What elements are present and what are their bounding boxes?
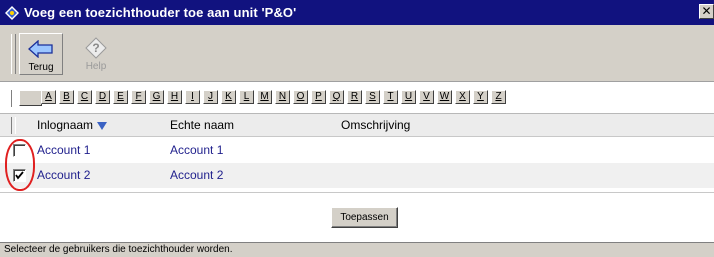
letter-filter-e[interactable]: E — [113, 90, 128, 104]
letter-filter-w[interactable]: W — [437, 90, 452, 104]
sort-down-icon — [97, 119, 108, 133]
letter-filter-i[interactable]: I — [185, 90, 200, 104]
letter-filter-n[interactable]: N — [275, 90, 290, 104]
letter-filter-d[interactable]: D — [95, 90, 110, 104]
letter-filter-t[interactable]: T — [383, 90, 398, 104]
column-header-description[interactable]: Omschrijving — [341, 118, 410, 132]
letter-filter-x[interactable]: X — [455, 90, 470, 104]
close-button[interactable]: ✕ — [699, 4, 714, 19]
table-row[interactable]: Account 1 Account 1 — [0, 138, 714, 163]
toolbar-grip — [11, 34, 16, 74]
letter-filter-u[interactable]: U — [401, 90, 416, 104]
row-real-name: Account 1 — [170, 143, 224, 157]
help-button-label: Help — [85, 61, 107, 72]
letter-filter-p[interactable]: P — [311, 90, 326, 104]
toolbar: Terug ? Help — [0, 25, 714, 82]
row-login: Account 1 — [37, 143, 91, 157]
checkbox-highlight-annotation — [5, 139, 35, 191]
arrow-left-icon — [20, 36, 62, 61]
table-row[interactable]: Account 2 Account 2 — [0, 163, 714, 188]
letter-filter-k[interactable]: K — [221, 90, 236, 104]
letter-filter-h[interactable]: H — [167, 90, 182, 104]
app-logo-icon — [5, 5, 19, 20]
window-title: Voeg een toezichthouder toe aan unit 'P&… — [24, 5, 297, 20]
row-login: Account 2 — [37, 168, 91, 182]
column-header-login-label: Inlognaam — [37, 118, 94, 132]
column-header-name[interactable]: Echte naam — [170, 118, 234, 132]
apply-button[interactable]: Toepassen — [331, 207, 398, 228]
column-header-login[interactable]: Inlognaam — [37, 118, 108, 133]
letter-filter-g[interactable]: G — [149, 90, 164, 104]
letter-filter-l[interactable]: L — [239, 90, 254, 104]
letter-filter-j[interactable]: J — [203, 90, 218, 104]
status-bar: Selecteer de gebruikers die toezichthoud… — [0, 242, 714, 257]
header-separator — [11, 117, 16, 134]
help-button[interactable]: ? Help — [74, 33, 118, 75]
alphabet-letters: ABCDEFGHIJKLMNOPQRSTUVWXYZ — [41, 90, 509, 104]
letter-filter-a[interactable]: A — [41, 90, 56, 104]
alphabet-grip — [11, 90, 16, 107]
button-area: Toepassen — [0, 192, 714, 242]
alphabet-filter-bar: ABCDEFGHIJKLMNOPQRSTUVWXYZ — [0, 82, 714, 114]
row-real-name: Account 2 — [170, 168, 224, 182]
letter-filter-s[interactable]: S — [365, 90, 380, 104]
letter-filter-f[interactable]: F — [131, 90, 146, 104]
back-button[interactable]: Terug — [19, 33, 63, 75]
letter-filter-z[interactable]: Z — [491, 90, 506, 104]
letter-filter-c[interactable]: C — [77, 90, 92, 104]
back-button-label: Terug — [28, 62, 54, 73]
svg-text:?: ? — [92, 41, 99, 55]
letter-filter-q[interactable]: Q — [329, 90, 344, 104]
letter-filter-v[interactable]: V — [419, 90, 434, 104]
alphabet-all-button[interactable] — [19, 90, 42, 106]
letter-filter-b[interactable]: B — [59, 90, 74, 104]
table-header: Inlognaam Echte naam Omschrijving — [0, 114, 714, 137]
letter-filter-m[interactable]: M — [257, 90, 272, 104]
letter-filter-r[interactable]: R — [347, 90, 362, 104]
help-question-icon: ? — [74, 35, 118, 60]
letter-filter-o[interactable]: O — [293, 90, 308, 104]
title-bar: Voeg een toezichthouder toe aan unit 'P&… — [0, 0, 714, 25]
letter-filter-y[interactable]: Y — [473, 90, 488, 104]
